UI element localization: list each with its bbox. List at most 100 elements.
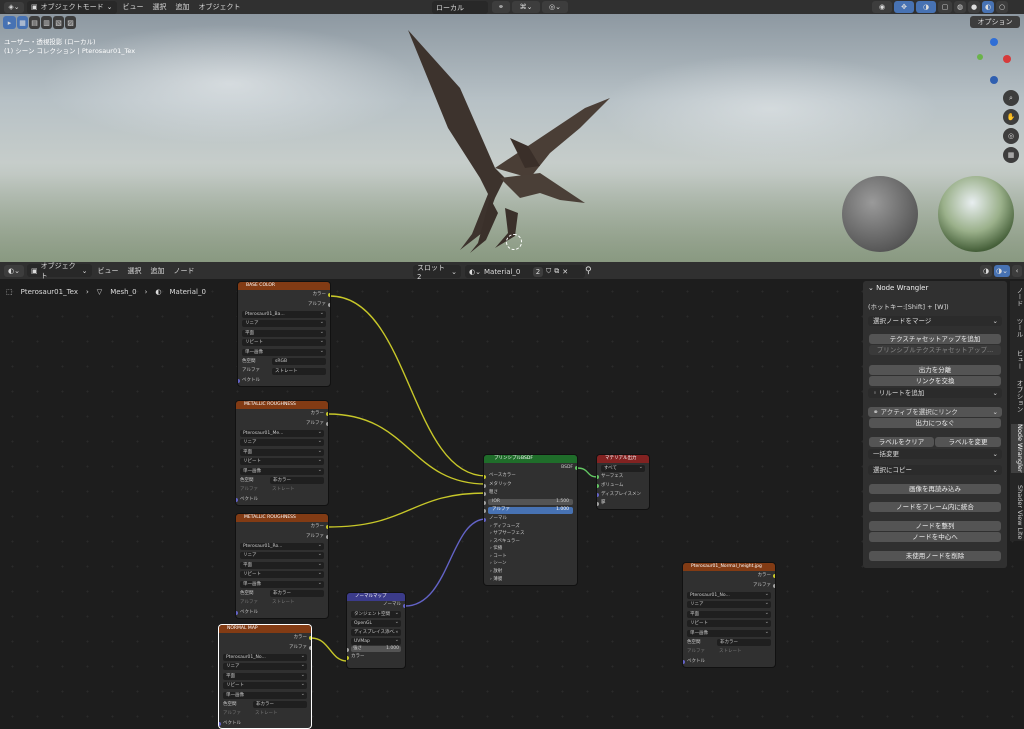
- colorspace-row[interactable]: 色空間 sRGB: [238, 357, 330, 367]
- alpha-row[interactable]: アルファ ストレート: [238, 366, 330, 376]
- source-field[interactable]: 単一画像: [219, 690, 311, 700]
- tab-tool[interactable]: ツール: [1011, 318, 1024, 338]
- source-field[interactable]: 単一画像: [238, 347, 330, 357]
- swap-links-button[interactable]: リンクを交換: [869, 376, 1001, 386]
- node-header[interactable]: BASE COLOR: [238, 282, 330, 290]
- add-texture-setup-button[interactable]: テクスチャセットアップを追加: [869, 334, 1001, 344]
- colorspace-row[interactable]: 色空間 非カラー: [683, 638, 775, 648]
- socket[interactable]: [326, 412, 328, 416]
- tab-node-wrangler[interactable]: Node Wrangler: [1011, 424, 1024, 473]
- socket[interactable]: [309, 645, 311, 650]
- colorspace-row[interactable]: 色空間 非カラー: [219, 700, 311, 710]
- node-normal-map-texture[interactable]: NORMAL MAP カラー アルファ Pterosaur01_No... リニ…: [219, 625, 311, 728]
- socket[interactable]: [347, 648, 349, 652]
- colorspace-row[interactable]: 色空間 非カラー: [236, 589, 328, 599]
- node-header[interactable]: NORMAL MAP: [219, 625, 311, 633]
- target-field[interactable]: すべて: [597, 463, 649, 472]
- socket[interactable]: [236, 497, 238, 502]
- convention-field[interactable]: OpenGL: [347, 618, 405, 627]
- source-field[interactable]: 単一画像: [683, 628, 775, 638]
- source-field[interactable]: 単一画像: [236, 579, 328, 589]
- node-header[interactable]: METALLIC ROUGHNESS: [236, 514, 328, 522]
- socket[interactable]: [484, 500, 486, 505]
- socket[interactable]: [326, 421, 328, 426]
- uvmap-field[interactable]: UVMap: [347, 636, 405, 645]
- image-field[interactable]: Pterosaur01_Ro...: [236, 541, 328, 551]
- node-header[interactable]: マテリアル出力: [597, 455, 649, 463]
- input-alpha[interactable]: アルファ 1.000: [484, 506, 577, 515]
- socket[interactable]: [484, 509, 486, 513]
- merge-dropdown[interactable]: 選択ノードをマージ ⌄: [868, 316, 1002, 326]
- copy-to-selected-dropdown[interactable]: 選択にコピー ⌄: [868, 465, 1002, 475]
- image-field[interactable]: Pterosaur01_Me...: [236, 428, 328, 438]
- colorspace-row[interactable]: 色空間 非カラー: [236, 476, 328, 486]
- node-header[interactable]: Pterosaur01_Normal_height.jpg: [683, 563, 775, 571]
- socket[interactable]: [484, 483, 486, 488]
- node-header[interactable]: METALLIC ROUGHNESS: [236, 401, 328, 409]
- extension-field[interactable]: リピート: [236, 570, 328, 580]
- panel-header[interactable]: ⌄ Node Wrangler: [868, 284, 928, 292]
- panel-specular[interactable]: › スペキュラー: [484, 538, 577, 546]
- modify-label-button[interactable]: ラベルを変更: [935, 437, 1001, 447]
- extension-field[interactable]: リピート: [238, 338, 330, 348]
- source-field[interactable]: 単一画像: [236, 466, 328, 476]
- socket[interactable]: [347, 656, 349, 660]
- socket[interactable]: [484, 475, 486, 479]
- projection-field[interactable]: 平面: [236, 447, 328, 457]
- batch-change-dropdown[interactable]: 一括変更 ⌄: [868, 449, 1002, 459]
- interpolation-field[interactable]: リニア: [236, 438, 328, 448]
- projection-field[interactable]: 平面: [238, 328, 330, 338]
- panel-diffuse[interactable]: › ディフューズ: [484, 523, 577, 531]
- node-normal-height-texture[interactable]: Pterosaur01_Normal_height.jpg カラー アルファ P…: [683, 563, 775, 667]
- panel-emission[interactable]: › 放射: [484, 568, 577, 576]
- socket[interactable]: [236, 610, 238, 615]
- node-header[interactable]: ノーマルマップ: [347, 593, 405, 601]
- panel-coat[interactable]: › コート: [484, 553, 577, 561]
- strength-field[interactable]: 強さ 1.000: [347, 645, 405, 653]
- socket[interactable]: [238, 378, 240, 383]
- extension-field[interactable]: リピート: [683, 619, 775, 629]
- socket[interactable]: [597, 493, 599, 497]
- panel-subsurface[interactable]: › サブサーフェス: [484, 530, 577, 538]
- socket[interactable]: [403, 604, 405, 608]
- displace-field[interactable]: ディスプレイス添べ...: [347, 627, 405, 636]
- projection-field[interactable]: 平面: [683, 609, 775, 619]
- tab-node[interactable]: ノード: [1011, 287, 1024, 307]
- socket[interactable]: [773, 583, 775, 588]
- clear-label-button[interactable]: ラベルをクリア: [869, 437, 934, 447]
- tab-options[interactable]: オプション: [1011, 380, 1024, 413]
- socket[interactable]: [219, 721, 221, 726]
- image-field[interactable]: Pterosaur01_Ba...: [238, 309, 330, 319]
- projection-field[interactable]: 平面: [219, 671, 311, 681]
- principled-setup-button[interactable]: プリンシプルテクスチャセットアップ...: [869, 345, 1001, 355]
- panel-thin-film[interactable]: › 薄膜: [484, 576, 577, 584]
- reroute-dropdown[interactable]: ◦ リルートを追加 ⌄: [868, 388, 1002, 398]
- interpolation-field[interactable]: リニア: [238, 319, 330, 329]
- link-active-dropdown[interactable]: ⚭ アクティブを選択にリンク ⌄: [868, 407, 1002, 417]
- socket[interactable]: [683, 659, 685, 664]
- node-base-color[interactable]: BASE COLOR カラー アルファ Pterosaur01_Ba... リニ…: [238, 282, 330, 386]
- socket[interactable]: [309, 636, 311, 640]
- interpolation-field[interactable]: リニア: [219, 662, 311, 672]
- delete-unused-button[interactable]: 未使用ノードを削除: [869, 551, 1001, 561]
- socket[interactable]: [326, 525, 328, 529]
- reload-images-button[interactable]: 画像を再読み込み: [869, 484, 1001, 494]
- node-metallic-roughness-1[interactable]: METALLIC ROUGHNESS カラー アルファ Pterosaur01_…: [236, 401, 328, 505]
- panel-transmission[interactable]: › 伝播: [484, 545, 577, 553]
- tab-shader-view-lite[interactable]: Shader View Lite: [1011, 485, 1024, 540]
- extension-field[interactable]: リピート: [219, 681, 311, 691]
- image-field[interactable]: Pterosaur01_No...: [219, 652, 311, 662]
- center-nodes-button[interactable]: ノードを中心へ: [869, 532, 1001, 542]
- node-normal-map[interactable]: ノーマルマップ ノーマル タンジェント空間 OpenGL ディスプレイス添べ..…: [347, 593, 405, 668]
- interpolation-field[interactable]: リニア: [683, 600, 775, 610]
- interpolation-field[interactable]: リニア: [236, 551, 328, 561]
- node-header[interactable]: プリンシプルBSDF: [484, 455, 577, 463]
- socket[interactable]: [328, 293, 330, 297]
- image-field[interactable]: Pterosaur01_No...: [683, 590, 775, 600]
- input-ior[interactable]: IOR 1.500: [484, 498, 577, 507]
- socket[interactable]: [484, 492, 486, 496]
- socket[interactable]: [597, 475, 599, 479]
- projection-field[interactable]: 平面: [236, 560, 328, 570]
- socket[interactable]: [597, 484, 599, 488]
- tab-view[interactable]: ビュー: [1011, 350, 1024, 370]
